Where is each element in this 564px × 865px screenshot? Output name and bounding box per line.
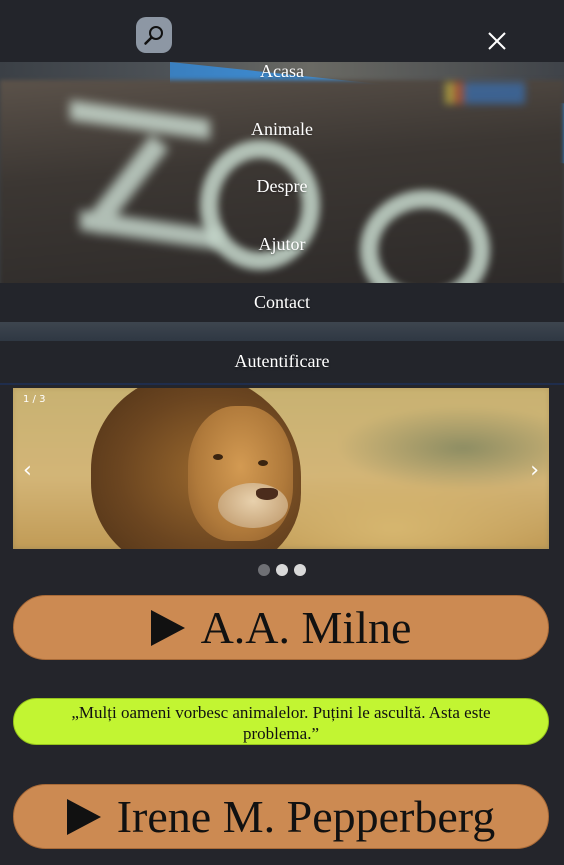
menu-item-acasa[interactable]: Acasa (0, 61, 564, 82)
menu-item-animale[interactable]: Animale (0, 119, 564, 140)
lion-eye-left (213, 454, 223, 460)
lion-nose (256, 488, 278, 500)
quote-box: „Mulți oameni vorbesc animalelor. Puțini… (13, 698, 549, 745)
close-icon (488, 32, 506, 50)
search-icon (144, 26, 163, 45)
carousel-dots (0, 564, 564, 576)
menu-item-contact[interactable]: Contact (0, 283, 564, 322)
author-button-pepperberg[interactable]: Irene M. Pepperberg (13, 784, 549, 849)
carousel-next-button[interactable]: › (530, 458, 539, 483)
author-name: A.A. Milne (200, 602, 412, 653)
menu-item-ajutor[interactable]: Ajutor (0, 234, 564, 255)
blurred-logo (445, 82, 525, 104)
carousel-prev-button[interactable]: ‹ (23, 458, 32, 483)
carousel-dot-3[interactable] (294, 564, 306, 576)
play-icon (150, 609, 185, 646)
close-menu-button[interactable] (485, 29, 509, 53)
image-carousel: 1 / 3 ‹ › (13, 388, 549, 549)
carousel-dot-1[interactable] (258, 564, 270, 576)
author-name: Irene M. Pepperberg (116, 791, 496, 842)
slide-counter: 1 / 3 (23, 394, 46, 405)
search-button[interactable] (136, 17, 172, 53)
lion-eye-right (258, 460, 268, 466)
menu-item-despre[interactable]: Despre (0, 176, 564, 197)
quote-text: „Mulți oameni vorbesc animalelor. Puțini… (71, 703, 491, 743)
play-icon (66, 798, 101, 835)
carousel-dot-2[interactable] (276, 564, 288, 576)
author-button-milne[interactable]: A.A. Milne (13, 595, 549, 660)
menu-item-autentificare[interactable]: Autentificare (0, 341, 564, 383)
